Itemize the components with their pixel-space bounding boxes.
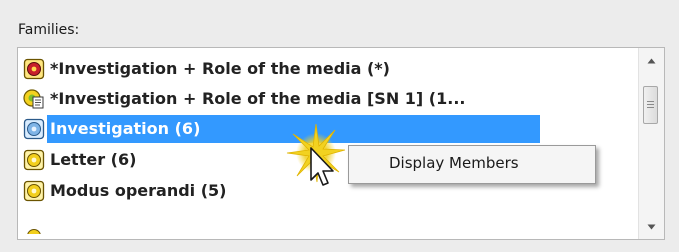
family-icon-yellow [23,180,45,202]
list-item[interactable]: Modus operandi (5) [18,176,230,206]
families-label: Families: [18,22,80,38]
scroll-down-button[interactable] [639,216,664,238]
mouse-cursor-icon [310,147,334,186]
list-item-partial [18,208,47,238]
family-icon-blue [23,118,45,140]
chevron-down-icon [647,224,656,230]
list-item[interactable]: *Investigation + Role of the media [SN 1… [18,84,468,114]
family-icon-yellow [27,229,41,234]
list-item-selected[interactable]: Investigation (6) [18,114,540,144]
list-item-label: *Investigation + Role of the media (*) [50,59,390,78]
context-menu: Display Members [348,145,596,184]
family-icon-notes [23,89,44,109]
scroll-up-button[interactable] [639,50,664,72]
display-members-menu-item[interactable]: Display Members [389,154,519,172]
list-item-label: Modus operandi (5) [50,181,227,200]
list-item[interactable]: Letter (6) [18,145,139,175]
list-item[interactable]: *Investigation + Role of the media (*) [18,54,393,84]
chevron-up-icon [647,58,656,64]
family-icon-yellow [23,149,45,171]
list-item-label: Letter (6) [50,150,137,169]
families-panel: Families: *Investigation + Role of the m… [0,0,679,252]
scroll-thumb[interactable] [643,86,658,124]
family-icon-red [23,58,45,80]
vertical-scrollbar[interactable] [638,48,664,239]
list-item-label: *Investigation + Role of the media [SN 1… [50,89,466,108]
